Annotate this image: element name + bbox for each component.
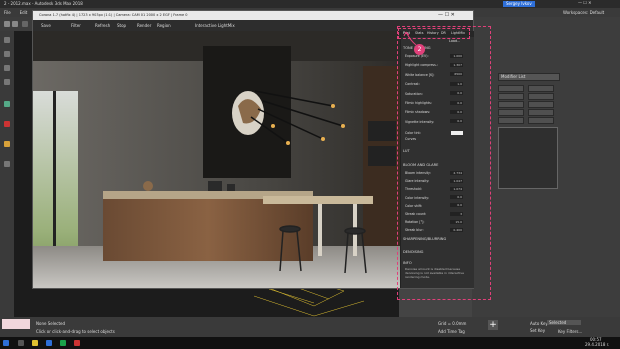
modifier-stack[interactable] [498, 127, 558, 189]
taskbar-date: 29.4.2018 r. [585, 342, 610, 347]
windows-start-icon[interactable] [3, 340, 9, 346]
left-toolbar [0, 31, 14, 321]
search-icon[interactable] [18, 340, 24, 346]
menu-item-file[interactable]: File [4, 11, 11, 15]
modifier-button-6[interactable] [528, 101, 554, 108]
user-account[interactable]: Sergey Ivkov [503, 1, 535, 7]
command-panel: Modifier List [472, 17, 620, 317]
scale-icon[interactable] [4, 79, 10, 85]
link-icon[interactable] [22, 21, 28, 27]
rotate-icon[interactable] [4, 65, 10, 71]
modifier-button-3[interactable] [498, 93, 524, 100]
vfb-tool-refresh[interactable]: Refresh [95, 24, 110, 28]
vfb-tool-filter[interactable]: Filter [71, 24, 81, 28]
modifier-list-dropdown[interactable]: Modifier List [498, 73, 560, 81]
render-image [33, 31, 400, 288]
rendered-kitchen [33, 31, 400, 288]
add-time-tag[interactable]: Add Time Tag [438, 330, 465, 334]
set-key-button[interactable]: Set Key [530, 329, 545, 333]
modifier-button-2[interactable] [528, 85, 554, 92]
vfb-tool-stop[interactable]: Stop [117, 24, 126, 28]
render-icon[interactable] [4, 121, 10, 127]
settings-highlight [397, 26, 491, 300]
maxscript-listener[interactable] [2, 319, 30, 329]
folder-icon[interactable] [32, 340, 38, 346]
window-controls[interactable]: — ☐ ✕ [578, 1, 591, 5]
key-filters-button[interactable]: Key Filters... [558, 330, 582, 334]
status-selected: None Selected [36, 321, 66, 326]
vfb-tool-render[interactable]: Render [137, 24, 151, 28]
modifier-button-7[interactable] [498, 109, 524, 116]
browser-icon[interactable] [46, 340, 52, 346]
modifier-button-9[interactable] [498, 117, 524, 124]
modifier-button-1[interactable] [498, 85, 524, 92]
window-title: 2 - 2012.max - Autodesk 3ds Max 2018 [4, 1, 83, 6]
auto-key-button[interactable]: Auto Key [530, 322, 548, 326]
add-icon[interactable]: + [488, 320, 498, 330]
vfb-title-bar: Corona 1.7 (hotfix 4) | 1723 x 903px (1:… [33, 11, 473, 20]
grid-readout: Grid = 0.0mm [438, 321, 467, 326]
status-bar: None Selected Click or click-and-drag to… [0, 317, 620, 337]
windows-taskbar: 00:57 29.4.2018 r. [0, 337, 620, 349]
status-hint: Click or click-and-drag to select object… [36, 329, 115, 334]
vfb-title: Corona 1.7 (hotfix 4) | 1723 x 903px (1:… [39, 13, 188, 17]
modifier-button-10[interactable] [528, 117, 554, 124]
modifier-button-5[interactable] [498, 101, 524, 108]
move-icon[interactable] [4, 51, 10, 57]
material-icon[interactable] [4, 141, 10, 147]
vfb-tool-save[interactable]: Save [41, 24, 51, 28]
app2-icon[interactable] [74, 340, 80, 346]
camera-icon[interactable] [4, 161, 10, 167]
snap-icon[interactable] [4, 101, 10, 107]
redo-icon[interactable] [12, 21, 18, 27]
annotation-arrow [403, 31, 417, 46]
vfb-tool-region[interactable]: Region [157, 24, 171, 28]
menu-item-edit[interactable]: Edit [20, 11, 28, 15]
app-icon[interactable] [60, 340, 66, 346]
selected-dropdown[interactable]: Selected [547, 320, 581, 325]
select-icon[interactable] [4, 37, 10, 43]
modifier-button-4[interactable] [528, 93, 554, 100]
undo-icon[interactable] [4, 21, 10, 27]
workspace-selector[interactable]: Workspaces: Default [563, 11, 604, 15]
vfb-window-controls[interactable]: — ☐ ✕ [438, 13, 455, 18]
vfb-tool-interactive-lightmix[interactable]: Interactive LightMix [195, 24, 235, 28]
title-bar: 2 - 2012.max - Autodesk 3ds Max 2018 Ser… [0, 0, 620, 8]
modifier-button-8[interactable] [528, 109, 554, 116]
